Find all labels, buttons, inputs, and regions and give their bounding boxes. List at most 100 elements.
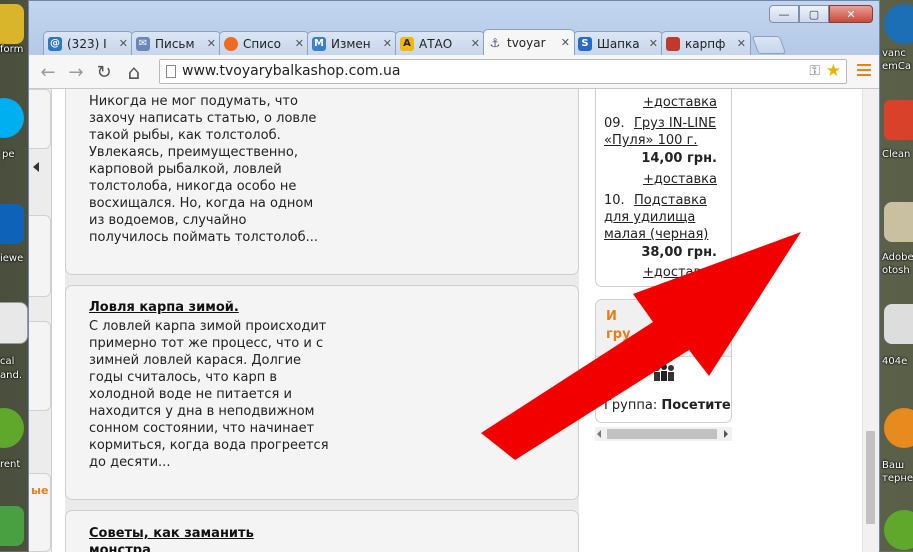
users-box-header: И гру	[596, 300, 731, 357]
star-icon[interactable]: ★	[826, 61, 841, 81]
maximize-button[interactable]: ▢	[799, 5, 829, 23]
vertical-scroll-thumb[interactable]	[866, 431, 875, 524]
group-value: Посетител	[661, 398, 731, 413]
url-text[interactable]: www.tvoyarybalkashop.com.ua	[182, 63, 400, 79]
at-icon: @	[48, 36, 62, 51]
horizontal-scrollbar[interactable]	[595, 427, 732, 441]
tab-change[interactable]: М Измен ✕	[307, 31, 397, 55]
scroll-left-icon[interactable]	[597, 430, 601, 438]
advanced-systemcare-icon[interactable]	[884, 4, 913, 44]
new-tab-button[interactable]	[751, 36, 787, 54]
product-link[interactable]: «Пуля» 100 г.	[604, 132, 698, 149]
close-icon[interactable]: ✕	[649, 37, 658, 50]
desktop-label: form	[0, 44, 24, 55]
desktop-label: pe	[2, 149, 15, 160]
article-excerpt: С ловлей карпа зимой происходит примерно…	[89, 319, 329, 470]
close-icon[interactable]: ✕	[561, 36, 570, 49]
users-box-title: И гру	[606, 308, 631, 344]
s-icon: S	[578, 36, 592, 51]
desktop-label: emCa	[882, 61, 912, 72]
tab-tvoyarybalka-active[interactable]: ⚓ tvoyar ✕	[483, 29, 575, 55]
tab-title: tvoyar	[507, 35, 546, 50]
reload-button[interactable]: ↻	[93, 61, 115, 83]
item-number: 10.	[604, 193, 625, 208]
tab-list[interactable]: Списо ✕	[219, 31, 309, 55]
delivery-link[interactable]: +доставка	[643, 171, 717, 188]
close-icon[interactable]: ✕	[119, 37, 128, 50]
product-price: 14,00 грн.	[641, 151, 717, 166]
close-icon[interactable]: ✕	[295, 37, 304, 50]
top-goods-box: +доставка 09. Груз IN-LINE «Пуля» 100 г.…	[595, 89, 732, 287]
browser-toolbar: ← → ↻ ⌂ www.tvoyarybalkashop.com.ua ⚿ ★	[29, 55, 879, 89]
left-box	[29, 89, 51, 149]
forward-button[interactable]: →	[65, 61, 87, 83]
browser-window: — ▢ ✕ @ (323) I ✕ ✉ Письм ✕ Списо ✕ М Из…	[28, 0, 880, 552]
articles-column: Никогда не мог подумать, что захочу напи…	[65, 89, 579, 552]
window-controls: — ▢ ✕	[769, 5, 873, 23]
article-card: Советы, как заманить монстра	[65, 510, 579, 552]
address-bar[interactable]: www.tvoyarybalkashop.com.ua ⚿ ★	[159, 59, 847, 84]
ccleaner-icon[interactable]	[884, 100, 913, 140]
tab-carp[interactable]: карпф ✕	[661, 31, 751, 55]
desktop-icon-404[interactable]	[884, 304, 913, 344]
close-icon[interactable]: ✕	[737, 37, 746, 50]
tab-title: Шапка	[597, 36, 640, 51]
product-price: 38,00 грн.	[641, 245, 717, 260]
users-group-line: Группа: Посетител	[604, 398, 731, 413]
triangle-left-icon[interactable]	[33, 162, 39, 172]
skype-icon[interactable]	[0, 98, 24, 138]
photoshop-icon[interactable]	[884, 202, 913, 242]
desktop-icon-at[interactable]	[884, 408, 913, 448]
article-card: Никогда не мог подумать, что захочу напи…	[65, 89, 579, 275]
envelope-icon: ✉	[136, 36, 150, 51]
tab-letters[interactable]: ✉ Письм ✕	[131, 31, 221, 55]
vertical-scrollbar[interactable]	[862, 89, 879, 552]
desktop-icon-green[interactable]	[0, 506, 24, 546]
desktop-icon-lightning[interactable]	[0, 4, 24, 44]
teamviewer-icon[interactable]	[0, 204, 24, 244]
menu-icon[interactable]	[857, 64, 871, 78]
close-icon[interactable]: ✕	[471, 37, 480, 50]
tab-strip: @ (323) I ✕ ✉ Письм ✕ Списо ✕ М Измен ✕ …	[43, 29, 787, 55]
m-icon: М	[312, 36, 326, 51]
users-group-box: И гру Группа: Посетител	[595, 299, 732, 423]
product-link[interactable]: для удилища	[604, 209, 695, 226]
product-link[interactable]: малая (черная)	[604, 226, 708, 243]
close-button[interactable]: ✕	[829, 5, 873, 23]
page-icon	[166, 65, 176, 78]
utorrent-icon[interactable]	[0, 408, 24, 448]
close-icon[interactable]: ✕	[207, 37, 216, 50]
users-title-line: И	[606, 309, 617, 324]
product-link[interactable]: Подставка	[634, 192, 707, 209]
desktop-icon-u[interactable]	[884, 510, 913, 550]
desktop-label: rent	[0, 459, 21, 470]
desktop-label: Clean	[882, 149, 911, 160]
tab-title: карпф	[685, 36, 726, 51]
window-frame: — ▢ ✕ @ (323) I ✕ ✉ Письм ✕ Списо ✕ М Из…	[29, 1, 879, 55]
article-title-link[interactable]: Советы, как заманить монстра	[89, 525, 289, 552]
key-icon[interactable]: ⚿	[809, 63, 820, 79]
close-icon[interactable]: ✕	[383, 37, 392, 50]
article-title-link[interactable]: Ловля карпа зимой.	[89, 300, 239, 315]
horizontal-scroll-thumb[interactable]	[607, 429, 717, 439]
desktop-label: терне	[882, 473, 913, 484]
tab-mail-323[interactable]: @ (323) I ✕	[43, 31, 133, 55]
left-box	[29, 321, 51, 411]
minimize-button[interactable]: —	[769, 5, 799, 23]
tab-header[interactable]: S Шапка ✕	[573, 31, 663, 55]
delivery-link[interactable]: +доставка	[643, 94, 717, 111]
product-link[interactable]: Груз IN-LINE	[634, 115, 716, 132]
tab-title: Измен	[331, 36, 371, 51]
right-sidebar: +доставка 09. Груз IN-LINE «Пуля» 100 г.…	[595, 89, 733, 552]
delivery-link[interactable]: +доставка	[643, 264, 717, 281]
item-number: 09.	[604, 116, 625, 131]
scroll-right-icon[interactable]	[724, 430, 728, 438]
desktop-right-icons: vanc emCa Clean Adobe otosh 404e Ваш тер…	[880, 0, 913, 551]
anchor-icon: ⚓	[489, 35, 501, 50]
home-button[interactable]: ⌂	[123, 60, 145, 84]
tab-atao[interactable]: A АТАО ✕	[395, 31, 485, 55]
users-group-icon	[654, 364, 674, 381]
desktop-label: and.	[0, 370, 22, 381]
document-icon[interactable]	[0, 302, 28, 344]
back-button[interactable]: ←	[37, 61, 59, 83]
